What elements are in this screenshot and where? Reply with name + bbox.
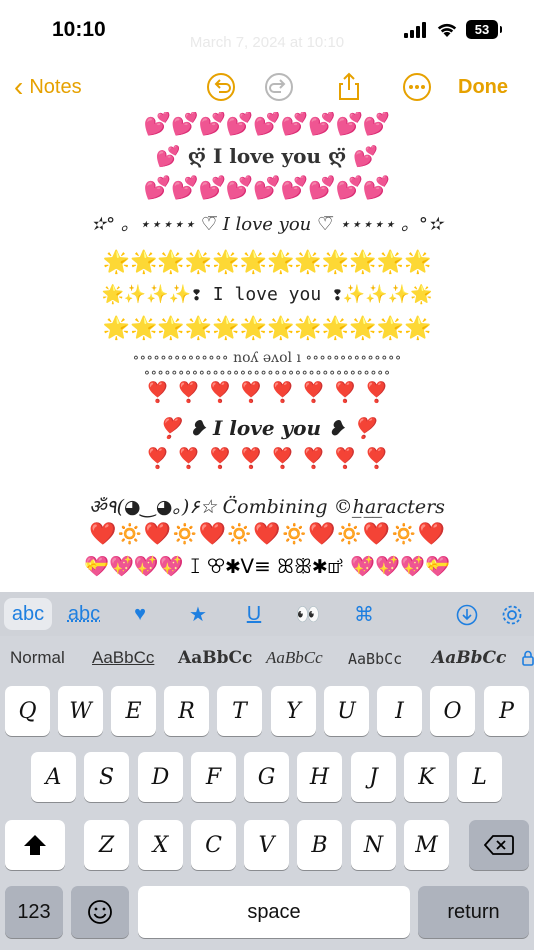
font-style-row: Normal AaBbCc AaBbCc AaBbCc AaBbCc AaBbC… xyxy=(0,640,534,676)
undo-icon[interactable] xyxy=(206,72,236,102)
key-n[interactable]: N xyxy=(351,820,396,870)
return-key[interactable]: return xyxy=(418,886,529,938)
key-z[interactable]: Z xyxy=(84,820,129,870)
note-line: ∘∘∘∘∘∘∘∘∘∘∘∘∘∘∘∘∘∘∘∘∘∘∘∘∘∘∘∘∘∘∘∘∘∘∘∘ xyxy=(143,365,391,381)
tab-star-box[interactable]: ★ xyxy=(180,598,216,630)
key-p[interactable]: P xyxy=(484,686,529,736)
tab-abc[interactable]: abc xyxy=(4,598,52,630)
note-line: ∘∘∘∘∘∘∘∘∘∘∘∘∘∘ noʎ ǝʌol ı ∘∘∘∘∘∘∘∘∘∘∘∘∘∘ xyxy=(132,350,402,366)
chevron-left-icon: ‹ xyxy=(14,71,24,102)
key-x[interactable]: X xyxy=(138,820,183,870)
key-o[interactable]: O xyxy=(430,686,475,736)
font-option-italic-serif[interactable]: AaBbCc xyxy=(266,648,323,668)
key-i[interactable]: I xyxy=(377,686,422,736)
tab-eyes[interactable]: 👀 xyxy=(290,598,326,630)
tab-heart-box[interactable]: ♥ xyxy=(122,598,158,630)
font-option-bold-serif[interactable]: AaBbCc xyxy=(178,648,252,668)
note-line: ✫° 。⋆⋆⋆⋆⋆ ♡̅ I love you ♡̅ ⋆⋆⋆⋆⋆ 。°✫ xyxy=(90,214,443,235)
gear-icon[interactable] xyxy=(500,603,524,627)
key-q[interactable]: Q xyxy=(5,686,50,736)
font-option-normal[interactable]: Normal xyxy=(10,648,65,668)
redo-icon[interactable] xyxy=(264,72,294,102)
font-option-mono[interactable]: AaBbCc xyxy=(348,650,402,668)
key-u[interactable]: U xyxy=(324,686,369,736)
key-v[interactable]: V xyxy=(244,820,289,870)
font-option-bold-italic[interactable]: AaBbCc xyxy=(432,648,506,668)
note-line: 💕💕💕💕💕💕💕💕💕 xyxy=(143,112,391,137)
key-k[interactable]: K xyxy=(404,752,449,802)
note-line: 💕💕💕💕💕💕💕💕💕 xyxy=(143,176,391,201)
note-line: 🌟🌟🌟🌟🌟🌟🌟🌟🌟🌟🌟🌟 xyxy=(102,316,432,341)
share-icon[interactable] xyxy=(334,72,364,102)
done-button[interactable]: Done xyxy=(458,76,508,99)
backspace-icon xyxy=(484,835,514,855)
note-line: 💕 ღ̈ I love you ღ̈ 💕 xyxy=(155,144,379,168)
key-b[interactable]: B xyxy=(297,820,342,870)
font-option-underline[interactable]: AaBbCc xyxy=(92,648,154,668)
key-f[interactable]: F xyxy=(191,752,236,802)
key-t[interactable]: T xyxy=(217,686,262,736)
back-button[interactable]: ‹ Notes xyxy=(14,72,82,102)
note-line: ❣️ ❣️ ❣️ ❣️ ❣️ ❣️ ❣️ ❣️ xyxy=(145,446,389,470)
back-label: Notes xyxy=(29,75,82,98)
emoji-key[interactable] xyxy=(71,886,129,938)
keyboard-toolbar: abc abc ♥ ★ U 👀 ⌘ xyxy=(0,592,534,636)
key-a[interactable]: A xyxy=(31,752,76,802)
shift-icon xyxy=(24,835,46,855)
key-m[interactable]: M xyxy=(404,820,449,870)
note-line: 🌟🌟🌟🌟🌟🌟🌟🌟🌟🌟🌟🌟 xyxy=(102,250,432,275)
note-line: ❣️ ❣️ ❣️ ❣️ ❣️ ❣️ ❣️ ❣️ xyxy=(145,380,389,404)
note-date: March 7, 2024 at 10:10 xyxy=(189,34,345,51)
note-line: ❣️ ❥ I love you ❥ ❣️ xyxy=(157,416,377,440)
key-d[interactable]: D xyxy=(138,752,183,802)
note-body[interactable]: 💕💕💕💕💕💕💕💕💕 💕 ღ̈ I love you ღ̈ 💕 💕💕💕💕💕💕💕💕💕… xyxy=(0,112,534,592)
tab-command[interactable]: ⌘ xyxy=(346,598,382,630)
key-w[interactable]: W xyxy=(58,686,103,736)
key-h[interactable]: H xyxy=(297,752,342,802)
note-line: ❤️🔅❤️🔅❤️🔅❤️🔅❤️🔅❤️🔅❤️ xyxy=(88,522,446,547)
key-e[interactable]: E xyxy=(111,686,156,736)
note-line: ॐ٩(◕‿◕｡)۶☆ C̈ombining ©h̲a̲r̲acters xyxy=(89,496,445,518)
tab-abc-underline[interactable]: abc xyxy=(62,598,106,630)
lock-icon xyxy=(522,650,534,666)
keyboard: abc abc ♥ ★ U 👀 ⌘ Normal AaBbCc AaBbCc A… xyxy=(0,592,534,950)
key-l[interactable]: L xyxy=(457,752,502,802)
nav-bar: March 7, 2024 at 10:10 ‹ Notes Done xyxy=(0,34,534,112)
key-g[interactable]: G xyxy=(244,752,289,802)
shift-key[interactable] xyxy=(5,820,65,870)
key-j[interactable]: J xyxy=(351,752,396,802)
note-line: 💝💖💖💖 ꕯ ꕢ✱ᐯ≡ ꕤꕥ✱ꕡ 💖💖💖💝 xyxy=(84,554,450,578)
key-y[interactable]: Y xyxy=(271,686,316,736)
more-options-icon[interactable] xyxy=(402,72,432,102)
space-key[interactable]: space xyxy=(138,886,410,938)
delete-key[interactable] xyxy=(469,820,529,870)
numbers-key[interactable]: 123 xyxy=(5,886,63,938)
key-c[interactable]: C xyxy=(191,820,236,870)
collapse-keyboard-icon[interactable] xyxy=(456,604,478,626)
key-s[interactable]: S xyxy=(84,752,129,802)
note-line: 🌟✨✨✨❢ I love you ❢✨✨✨🌟 xyxy=(101,284,433,305)
emoji-icon xyxy=(88,900,112,924)
key-r[interactable]: R xyxy=(164,686,209,736)
tab-underline[interactable]: U xyxy=(236,598,272,630)
